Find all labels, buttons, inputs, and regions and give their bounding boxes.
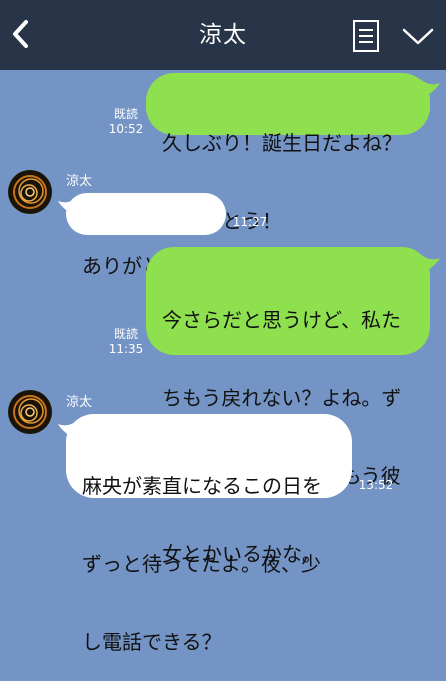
read-label: 既読 (113, 107, 138, 121)
avatar[interactable] (8, 390, 52, 434)
message-bubble-sent: 今さらだと思うけど、私た ちもう戻れない？よね。ず っと後悔してたの…もう彼 女… (146, 247, 430, 566)
message-bubble-received: 麻央が素直になるこの日を ずっと待ってたよ。夜、少 し電話できる？ (66, 414, 352, 654)
message-bubble-received: ありがとう！ (66, 193, 226, 278)
notes-button[interactable] (352, 19, 380, 53)
expand-menu-button[interactable] (400, 22, 436, 50)
message-line: 麻央が素直になるこの日を (82, 474, 322, 498)
avatar[interactable] (8, 170, 52, 214)
message-time: 11:35 (108, 342, 144, 356)
message-line: 久しぶり！誕生日だよね？ (162, 131, 402, 155)
avatar-image (8, 390, 52, 434)
sender-name: 涼太 (66, 395, 93, 410)
notes-list-icon (353, 20, 379, 52)
read-label: 既読 (113, 327, 138, 341)
message-time: 11:27 (232, 215, 268, 229)
read-receipt: 既読 10:52 (106, 107, 146, 137)
message-line: 今さらだと思うけど、私た (162, 308, 401, 332)
message-line: ずっと待ってたよ。夜、少 (82, 552, 321, 576)
message-line: し電話できる？ (82, 630, 222, 654)
message-bubble-sent: 久しぶり！誕生日だよね？ おめでとう！ (146, 73, 430, 233)
read-receipt: 既読 11:35 (106, 327, 146, 357)
chevron-down-icon (402, 28, 434, 45)
sender-name: 涼太 (66, 174, 93, 189)
message-time: 13:52 (358, 478, 394, 492)
message-line: ちもう戻れない？よね。ず (162, 386, 402, 410)
chat-header: 涼太 (0, 0, 446, 70)
avatar-image (8, 170, 52, 214)
message-time: 10:52 (108, 122, 144, 136)
